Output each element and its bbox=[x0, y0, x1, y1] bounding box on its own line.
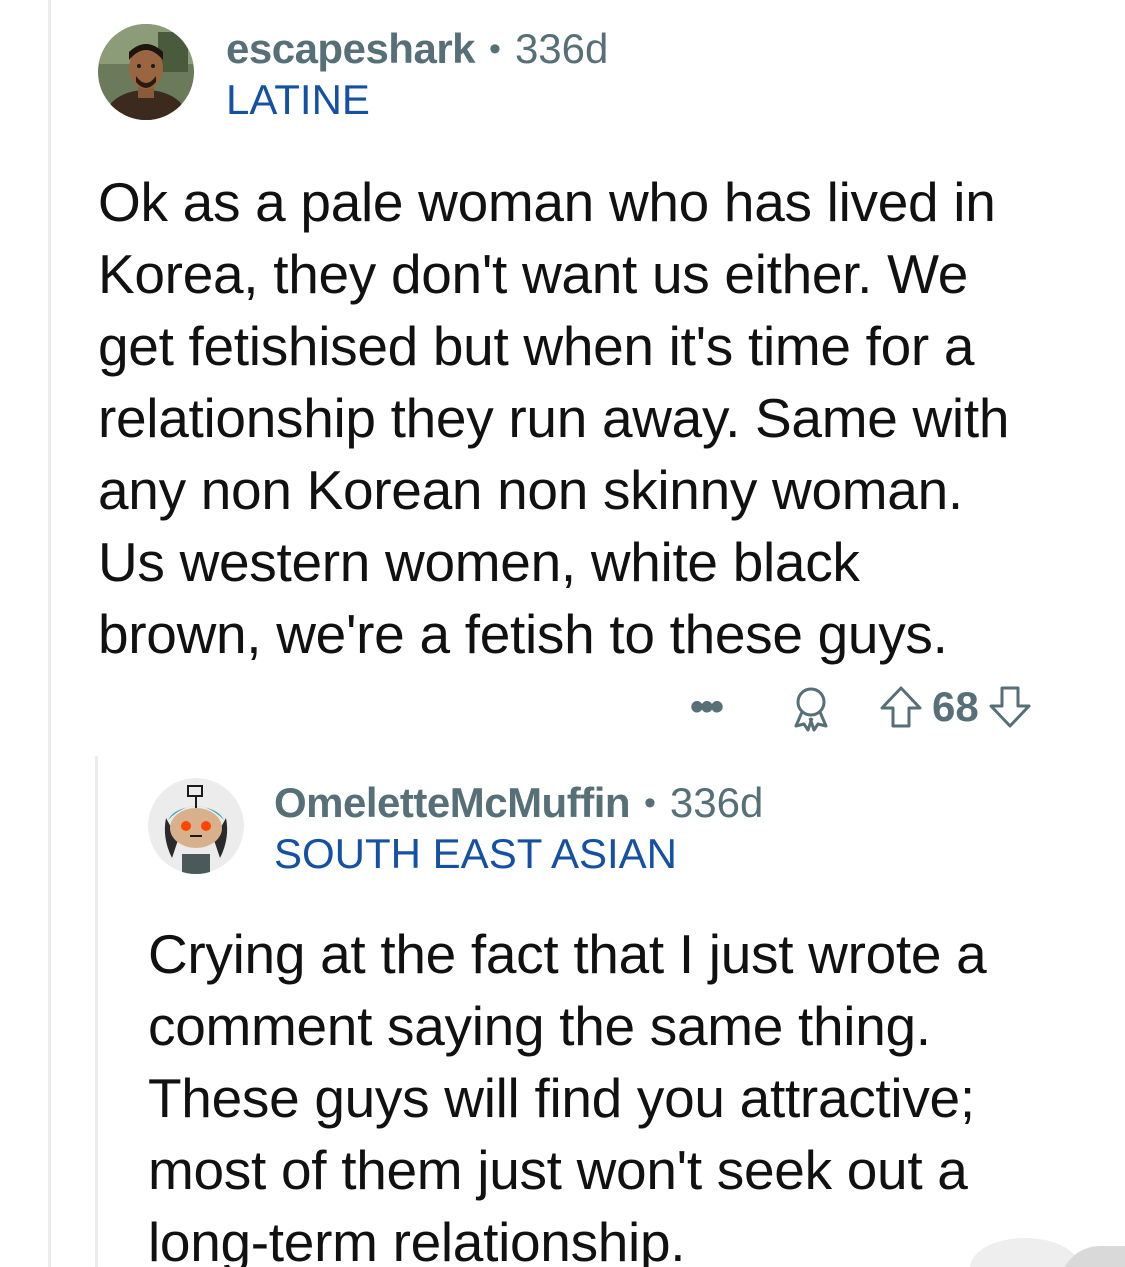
thread-line[interactable] bbox=[48, 0, 51, 1267]
award-icon[interactable] bbox=[786, 682, 836, 732]
vote-score: 68 bbox=[932, 683, 979, 730]
comment-age: 336d bbox=[669, 779, 764, 826]
comment-age: 336d bbox=[514, 25, 609, 72]
comment: escapeshark • 336d LATINE Ok as a pale w… bbox=[98, 24, 1098, 670]
more-options-icon[interactable]: ••• bbox=[690, 687, 750, 727]
username[interactable]: OmeletteMcMuffin bbox=[274, 778, 631, 828]
comment-body: Crying at the fact that I just wrote a c… bbox=[148, 923, 987, 1267]
separator-dot: • bbox=[489, 30, 501, 68]
comment-actions: ••• 68 bbox=[690, 682, 1033, 732]
comment-header: OmeletteMcMuffin • 336d SOUTH EAST ASIAN bbox=[148, 778, 1108, 878]
reply-comment: OmeletteMcMuffin • 336d SOUTH EAST ASIAN… bbox=[148, 778, 1108, 1267]
username[interactable]: escapeshark bbox=[226, 24, 476, 74]
comment-meta: OmeletteMcMuffin • 336d SOUTH EAST ASIAN bbox=[274, 778, 763, 878]
user-flair: LATINE bbox=[226, 76, 370, 123]
avatar[interactable] bbox=[148, 778, 244, 874]
comment-thread: escapeshark • 336d LATINE Ok as a pale w… bbox=[0, 0, 1125, 1267]
comment-header: escapeshark • 336d LATINE bbox=[98, 24, 1098, 124]
upvote-icon[interactable] bbox=[878, 684, 924, 730]
user-flair: SOUTH EAST ASIAN bbox=[274, 830, 677, 877]
comment-meta: escapeshark • 336d LATINE bbox=[226, 24, 608, 124]
reply-thread-line[interactable] bbox=[95, 756, 98, 1267]
snoo-avatar-icon bbox=[148, 778, 244, 874]
user-avatar-icon bbox=[98, 24, 194, 120]
comment-body: Ok as a pale woman who has lived in Kore… bbox=[98, 171, 1010, 665]
downvote-icon[interactable] bbox=[987, 684, 1033, 730]
avatar[interactable] bbox=[98, 24, 194, 120]
separator-dot: • bbox=[644, 784, 656, 822]
